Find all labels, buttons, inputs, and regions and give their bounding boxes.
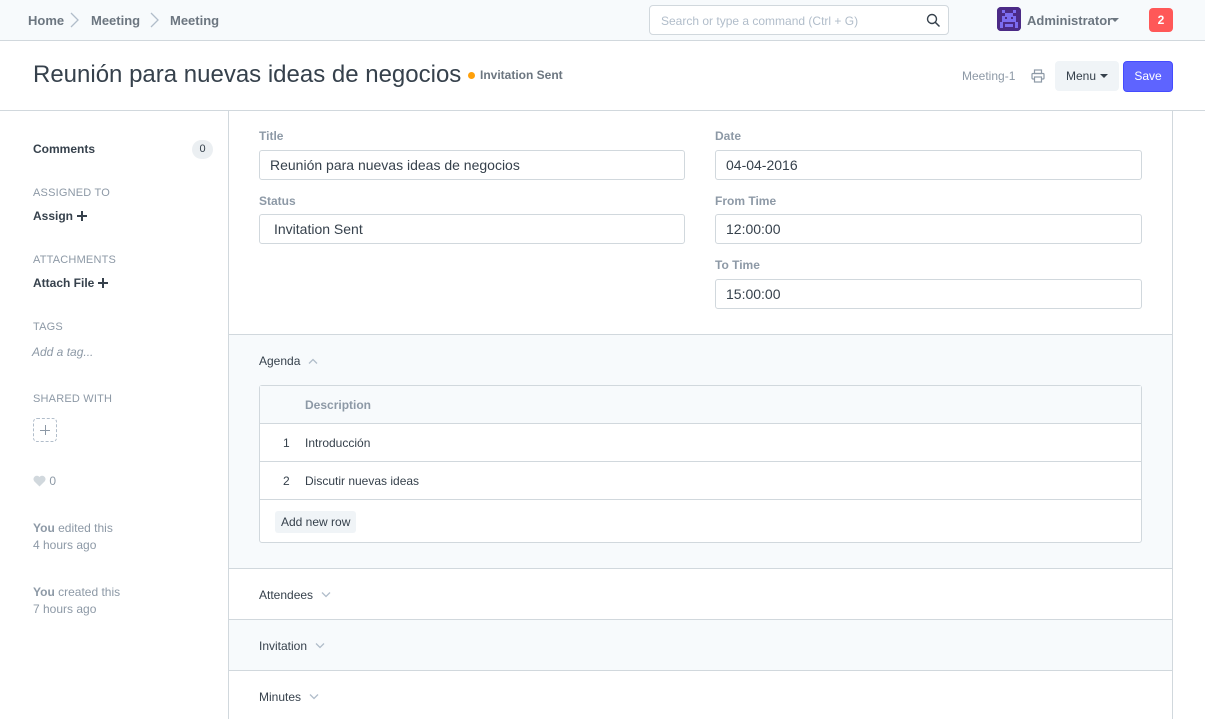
menu-button-label: Menu [1066,69,1097,83]
attach-file-label: Attach File [33,276,95,290]
caret-down-icon [1100,74,1108,78]
search-input[interactable]: Search or type a command (Ctrl + G) [649,5,949,35]
agenda-section-label: Agenda [259,354,301,368]
heart-icon [33,475,46,487]
chevron-down-icon [321,592,331,598]
plus-icon [98,278,109,288]
status-indicator-dot [468,72,475,79]
minutes-section-label: Minutes [259,690,302,704]
invitation-section [229,620,1172,670]
timeline-time: 4 hours ago [33,538,97,552]
timeline-time: 7 hours ago [33,602,97,616]
title-field[interactable]: Reunión para nuevas ideas de negocios [259,150,685,180]
timeline-action: edited this [54,521,113,535]
avatar[interactable] [997,7,1021,31]
from-time-field[interactable]: 12:00:00 [715,214,1142,244]
add-tag-input[interactable]: Add a tag... [32,345,93,359]
attendees-section-label: Attendees [259,588,314,602]
status-select[interactable]: Invitation Sent [259,214,685,244]
title-label: Title [259,129,284,143]
like-count: 0 [49,474,57,488]
row-description[interactable]: Discutir nuevas ideas [305,474,419,488]
agenda-section-toggle[interactable]: Agenda [259,354,318,368]
tags-label: TAGS [33,321,63,333]
row-description[interactable]: Introducción [305,436,370,450]
row-index: 1 [283,436,290,450]
like-button[interactable]: 0 [33,474,56,488]
timeline-item: You edited this 4 hours ago [33,520,113,554]
breadcrumb-meeting-list[interactable]: Meeting [91,13,140,28]
caret-down-icon [1111,18,1119,22]
notification-badge[interactable]: 2 [1149,8,1173,32]
save-button[interactable]: Save [1123,61,1173,92]
add-share-button[interactable] [33,418,57,442]
minutes-section [229,671,1172,719]
to-time-field[interactable]: 15:00:00 [715,279,1142,309]
attendees-section [229,569,1172,619]
assign-button[interactable]: Assign [33,209,88,223]
timeline-item: You created this 7 hours ago [33,584,120,618]
add-new-row-button[interactable]: Add new row [275,511,357,533]
status-indicator: Invitation Sent [480,68,563,82]
date-field[interactable]: 04-04-2016 [715,150,1142,180]
assigned-to-label: ASSIGNED TO [33,187,110,199]
menu-button[interactable]: Menu [1055,61,1119,91]
agenda-table: Description 1 Introducción 2 Discutir nu… [259,385,1142,543]
plus-icon [77,211,88,221]
page-head: Reunión para nuevas ideas de negocios In… [0,41,1205,111]
chevron-up-icon [308,358,318,364]
table-row[interactable]: 2 Discutir nuevas ideas [260,462,1141,500]
description-column-header: Description [305,398,372,412]
breadcrumb-home[interactable]: Home [28,13,64,28]
user-menu[interactable]: Administrator [1027,13,1112,28]
attendees-section-toggle[interactable]: Attendees [259,588,331,602]
table-header: Description [260,386,1141,424]
invitation-section-toggle[interactable]: Invitation [259,639,325,653]
assign-label: Assign [33,209,74,223]
search-placeholder: Search or type a command (Ctrl + G) [661,14,859,28]
invitation-section-label: Invitation [259,639,308,653]
comments-count-badge: 0 [192,140,213,159]
to-time-label: To Time [715,258,760,272]
breadcrumb-meeting[interactable]: Meeting [170,13,219,28]
from-time-label: From Time [715,194,777,208]
chevron-down-icon [315,643,325,649]
navbar: Home Meeting Meeting Search or type a co… [0,0,1205,41]
timeline-user: You [33,521,55,535]
chevron-down-icon [309,694,319,700]
table-row[interactable]: 1 Introducción [260,424,1141,462]
timeline-action: created this [54,585,121,599]
status-label: Status [259,194,296,208]
document-name: Meeting-1 [962,69,1016,83]
comments-link[interactable]: Comments [33,142,95,156]
search-icon[interactable] [926,13,941,28]
chevron-right-icon [70,12,79,28]
chevron-right-icon [150,12,159,28]
minutes-section-toggle[interactable]: Minutes [259,690,319,704]
date-label: Date [715,129,742,143]
print-icon[interactable] [1031,69,1045,83]
shared-with-label: SHARED WITH [33,393,113,405]
timeline-user: You [33,585,55,599]
page-title: Reunión para nuevas ideas de negocios [33,61,462,88]
attachments-label: ATTACHMENTS [33,254,117,266]
row-index: 2 [283,474,290,488]
attach-file-button[interactable]: Attach File [33,276,109,290]
